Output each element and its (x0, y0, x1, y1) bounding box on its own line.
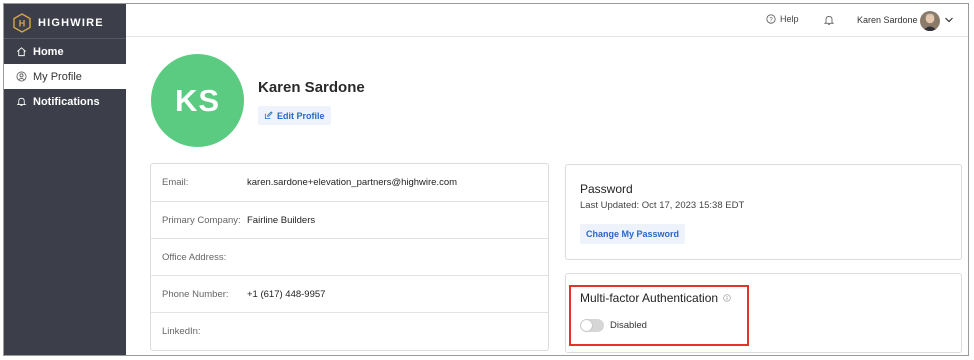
password-last-updated: Last Updated: Oct 17, 2023 15:38 EDT (580, 200, 745, 211)
toggle-knob (581, 320, 592, 331)
mfa-toggle[interactable] (580, 319, 604, 332)
detail-row-linkedin: LinkedIn: (151, 312, 548, 349)
change-password-button[interactable]: Change My Password (580, 224, 686, 244)
sidebar-item-label: Notifications (33, 95, 100, 108)
detail-label: Office Address: (162, 251, 227, 263)
bell-icon (16, 97, 27, 106)
sidebar-item-home[interactable]: Home (4, 39, 126, 64)
detail-row-email: Email: karen.sardone+elevation_partners@… (151, 164, 548, 201)
top-bar: ? Help Karen Sardone (126, 4, 968, 37)
detail-value: Fairline Builders (247, 214, 316, 226)
detail-row-company: Primary Company: Fairline Builders (151, 201, 548, 238)
detail-value: karen.sardone+elevation_partners@highwir… (247, 177, 458, 188)
app-window: H HIGHWIRE Home My Profile Notifications… (3, 3, 969, 356)
sidebar-item-my-profile[interactable]: My Profile (4, 64, 126, 89)
sidebar-item-label: Home (33, 45, 64, 58)
detail-label: Phone Number: (162, 288, 229, 300)
password-card: Password Last Updated: Oct 17, 2023 15:3… (565, 164, 962, 260)
user-photo-icon (920, 11, 940, 31)
profile-avatar: KS (151, 54, 244, 147)
profile-name: Karen Sardone (258, 79, 365, 96)
chevron-down-icon[interactable] (944, 16, 954, 24)
detail-row-phone: Phone Number: +1 (617) 448-9957 (151, 275, 548, 312)
info-icon[interactable] (723, 294, 731, 302)
password-title: Password (580, 182, 633, 196)
brand-logo[interactable]: H HIGHWIRE (12, 10, 104, 36)
mfa-title: Multi-factor Authentication (580, 291, 719, 305)
svg-text:H: H (19, 19, 26, 29)
mfa-title-wrap: Multi-factor Authentication (580, 291, 731, 305)
sidebar-item-notifications[interactable]: Notifications (4, 89, 126, 114)
user-menu-name[interactable]: Karen Sardone (857, 15, 918, 25)
detail-label: LinkedIn: (162, 325, 201, 337)
help-label: Help (780, 14, 799, 24)
help-link[interactable]: ? Help (766, 14, 799, 24)
notification-bell-icon[interactable] (823, 14, 835, 26)
user-icon (16, 71, 27, 82)
user-avatar[interactable] (920, 11, 940, 31)
sidebar: H HIGHWIRE Home My Profile Notifications (4, 4, 126, 355)
edit-icon (264, 111, 273, 120)
edit-profile-button[interactable]: Edit Profile (258, 106, 331, 125)
detail-label: Email: (162, 177, 189, 188)
edit-profile-label: Edit Profile (277, 110, 325, 121)
hexagon-logo-icon: H (13, 13, 31, 33)
help-icon: ? (766, 14, 776, 24)
home-icon (17, 47, 26, 57)
detail-value: +1 (617) 448-9957 (247, 288, 326, 300)
detail-row-office-address: Office Address: (151, 238, 548, 275)
brand-name: HIGHWIRE (38, 17, 104, 29)
sidebar-item-label: My Profile (33, 70, 82, 83)
detail-label: Primary Company: (162, 214, 241, 226)
profile-details-card: Email: karen.sardone+elevation_partners@… (150, 163, 549, 351)
mfa-status-label: Disabled (610, 320, 647, 331)
